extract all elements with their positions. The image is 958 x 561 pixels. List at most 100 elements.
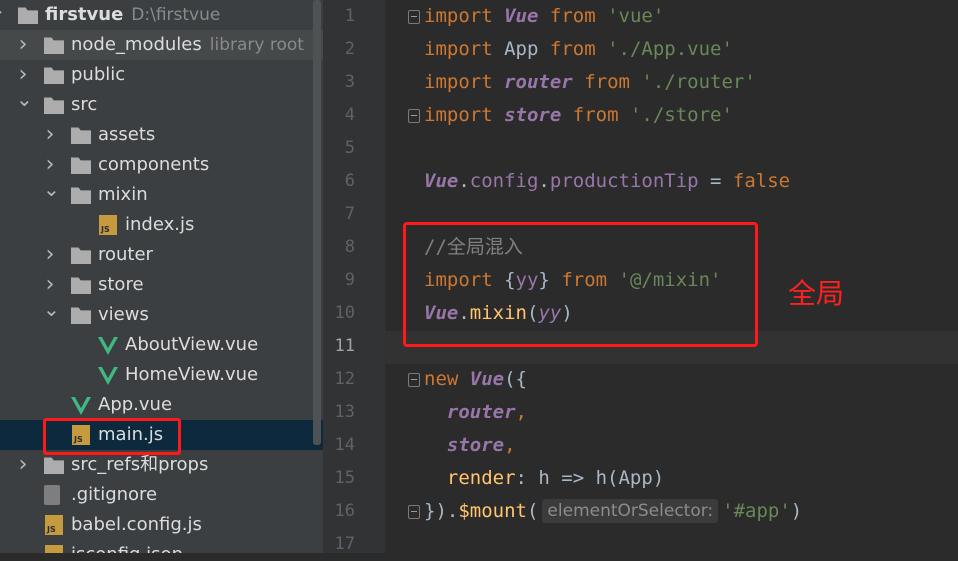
tree-item-label: index.js xyxy=(125,210,194,240)
chevron-right-icon[interactable] xyxy=(43,150,57,180)
punctuation: , xyxy=(515,401,527,423)
tree-item-name: HomeView.vue xyxy=(125,364,259,385)
code-line-6[interactable]: Vue.config.productionTip = false xyxy=(424,165,790,198)
folder-icon xyxy=(71,187,91,204)
chevron-right-icon[interactable] xyxy=(43,240,57,270)
chevron-down-icon[interactable] xyxy=(16,90,30,120)
keyword: import xyxy=(424,104,493,126)
js-file-icon: JS xyxy=(99,215,117,235)
line-number: 13 xyxy=(334,402,355,422)
tree-item-name: views xyxy=(98,304,149,325)
tree-item-label: mixin xyxy=(98,180,148,210)
string-literal: '#app' xyxy=(722,500,791,522)
chevron-down-icon[interactable] xyxy=(43,180,57,210)
tree-item-name: store xyxy=(98,274,144,295)
code-line-16[interactable]: }).$mount(elementOrSelector: '#app') xyxy=(424,495,802,528)
line-number: 10 xyxy=(334,303,355,323)
string-literal: './App.vue' xyxy=(607,38,733,60)
line-number: 12 xyxy=(334,369,355,389)
string-literal: 'vue' xyxy=(607,5,665,27)
tree-item-name: public xyxy=(71,64,126,85)
keyword: from xyxy=(584,71,630,93)
tree-item-name: .gitignore xyxy=(71,484,158,505)
tree-item[interactable]: public xyxy=(0,60,323,90)
code-line-13[interactable]: router, xyxy=(424,396,527,429)
tree-item-label: router xyxy=(98,240,153,270)
tree-item[interactable]: firstvue D:\firstvue xyxy=(0,0,323,30)
identifier: Vue xyxy=(504,5,539,27)
tree-item[interactable]: AboutView.vue xyxy=(0,330,323,360)
chevron-right-icon[interactable] xyxy=(16,450,30,480)
folder-icon xyxy=(44,457,64,474)
chevron-right-icon[interactable] xyxy=(16,30,30,60)
line-number: 3 xyxy=(344,72,355,92)
folder-icon xyxy=(71,127,91,144)
tree-item[interactable]: assets xyxy=(0,120,323,150)
line-number: 2 xyxy=(344,39,355,59)
vue-file-icon xyxy=(98,337,118,355)
code-line-3[interactable]: import router from './router' xyxy=(424,66,756,99)
tree-item[interactable]: store xyxy=(0,270,323,300)
code-line-14[interactable]: store, xyxy=(424,429,516,462)
string-literal: './store' xyxy=(629,104,733,126)
function-name: $mount xyxy=(458,500,527,522)
keyword: import xyxy=(424,71,493,93)
tree-item-name: AboutView.vue xyxy=(125,334,259,355)
code-line-4[interactable]: import store from './store' xyxy=(424,99,733,132)
tree-item-label: babel.config.js xyxy=(71,510,202,540)
line-number: 16 xyxy=(334,501,355,521)
parameter-hint: elementOrSelector: xyxy=(542,499,719,523)
chevron-right-icon[interactable] xyxy=(43,270,57,300)
chevron-down-icon[interactable] xyxy=(0,0,3,30)
code-line-1[interactable]: import Vue from 'vue' xyxy=(424,0,664,33)
tree-item-label: HomeView.vue xyxy=(125,360,258,390)
tree-item-hint: library root xyxy=(209,35,304,55)
tree-item-label: firstvue D:\firstvue xyxy=(45,0,220,30)
identifier: store xyxy=(446,434,505,456)
tree-item[interactable]: src xyxy=(0,90,323,120)
tree-item[interactable]: .gitignore xyxy=(0,480,323,510)
chevron-right-icon[interactable] xyxy=(16,60,30,90)
tree-item-name: index.js xyxy=(125,214,195,235)
fold-marker-icon[interactable] xyxy=(408,10,420,24)
keyword: import xyxy=(424,5,493,27)
tree-item-name: jsconfig.json xyxy=(71,544,183,553)
tree-item[interactable]: JS index.js xyxy=(0,210,323,240)
line-number: 5 xyxy=(344,138,355,158)
tree-item[interactable]: node_modules library root xyxy=(0,30,323,60)
tree-item-name: node_modules xyxy=(71,34,202,55)
tree-item[interactable]: HomeView.vue xyxy=(0,360,323,390)
fold-marker-icon[interactable] xyxy=(408,373,420,387)
punctuation: ({ xyxy=(504,368,527,390)
chevron-right-icon[interactable] xyxy=(43,120,57,150)
code-line-15[interactable]: render: h => h(App) xyxy=(424,462,664,495)
code-line-12[interactable]: new Vue({ xyxy=(424,363,527,396)
identifier: Vue xyxy=(469,368,505,390)
tree-item[interactable]: components xyxy=(0,150,323,180)
tree-item[interactable]: JS jsconfig.json xyxy=(0,540,323,553)
folder-icon xyxy=(44,67,64,84)
folder-icon xyxy=(71,307,91,324)
tree-item[interactable]: views xyxy=(0,300,323,330)
chevron-down-icon[interactable] xyxy=(43,300,57,330)
js-file-icon: JS xyxy=(45,515,63,535)
keyword: from xyxy=(549,38,596,60)
tree-item-label: views xyxy=(98,300,149,330)
tree-item[interactable]: App.vue xyxy=(0,390,323,420)
tree-item[interactable]: router xyxy=(0,240,323,270)
line-number: 15 xyxy=(334,468,355,488)
tree-item-label: AboutView.vue xyxy=(125,330,258,360)
folder-icon xyxy=(44,97,64,114)
fold-marker-icon[interactable] xyxy=(408,109,420,123)
identifier: App xyxy=(504,38,539,60)
project-tree-panel: firstvue D:\firstvue node_modules library r… xyxy=(0,0,323,553)
highlight-box-mixin-code xyxy=(403,222,758,347)
fold-marker-icon[interactable] xyxy=(408,505,420,519)
tree-item-label: public xyxy=(71,60,125,90)
tree-item[interactable]: mixin xyxy=(0,180,323,210)
keyword: from xyxy=(549,5,596,27)
code-line-2[interactable]: import App from './App.vue' xyxy=(424,33,733,66)
tree-scrollbar[interactable] xyxy=(313,0,321,445)
tree-item[interactable]: JS babel.config.js xyxy=(0,510,323,540)
folder-icon xyxy=(71,277,91,294)
